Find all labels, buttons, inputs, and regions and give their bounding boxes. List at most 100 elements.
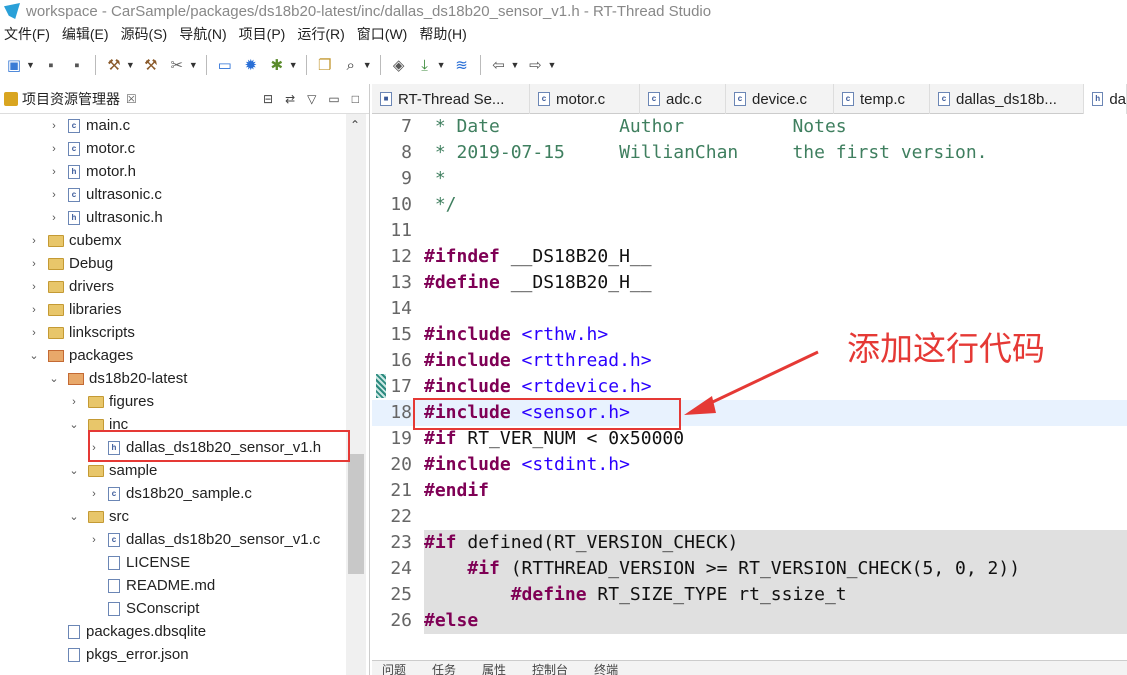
- open-folder-icon[interactable]: ❐: [315, 55, 335, 75]
- tools-icon[interactable]: ✂: [167, 55, 187, 75]
- code-line[interactable]: 11: [372, 218, 1127, 244]
- chevron-right-icon[interactable]: ›: [48, 212, 60, 224]
- forward-arrow-icon[interactable]: ⇨: [525, 55, 545, 75]
- tab-motor-c[interactable]: c motor.c: [530, 84, 640, 114]
- search-icon[interactable]: ⌕: [341, 55, 361, 75]
- chevron-right-icon[interactable]: ›: [28, 304, 40, 316]
- tree-item[interactable]: ⌄ ds18b20-latest: [48, 367, 187, 390]
- chevron-down-icon[interactable]: ⌄: [28, 349, 40, 362]
- tab-properties[interactable]: 属性: [482, 661, 506, 675]
- tree-item[interactable]: › cubemx: [28, 229, 121, 252]
- tab-terminal[interactable]: 终端: [594, 661, 618, 675]
- chevron-right-icon[interactable]: ›: [88, 488, 100, 500]
- scroll-up-icon[interactable]: ⌃: [350, 118, 360, 132]
- tree-item[interactable]: LICENSE: [88, 551, 190, 574]
- tree-item[interactable]: › h motor.h: [48, 160, 136, 183]
- code-line[interactable]: 12 #ifndef __DS18B20_H__: [372, 244, 1127, 270]
- chevron-right-icon[interactable]: ›: [68, 396, 80, 408]
- debug-bug-icon[interactable]: ✱: [267, 55, 287, 75]
- menu-run[interactable]: 运行(R): [293, 24, 352, 44]
- chevron-right-icon[interactable]: ›: [48, 120, 60, 132]
- tools-dropdown-icon[interactable]: ▼: [189, 60, 198, 70]
- code-line[interactable]: 8 * 2019-07-15 WillianChan the first ver…: [372, 140, 1127, 166]
- code-line[interactable]: 22: [372, 504, 1127, 530]
- tree-item[interactable]: › c ultrasonic.c: [48, 183, 162, 206]
- close-icon[interactable]: ☒: [126, 92, 137, 106]
- tree-item[interactable]: ⌄ sample: [68, 459, 157, 482]
- chevron-right-icon[interactable]: ›: [48, 166, 60, 178]
- maximize-icon[interactable]: □: [352, 92, 359, 106]
- chevron-right-icon[interactable]: ›: [28, 258, 40, 270]
- code-line[interactable]: 21 #endif: [372, 478, 1127, 504]
- settings-gear-icon[interactable]: ✹: [241, 55, 261, 75]
- layers-icon[interactable]: ≋: [452, 55, 472, 75]
- code-line[interactable]: 26 #else: [372, 608, 1127, 634]
- menu-source[interactable]: 源码(S): [117, 24, 176, 44]
- tree-item[interactable]: packages.dbsqlite: [48, 620, 206, 643]
- chevron-down-icon[interactable]: ⌄: [48, 372, 60, 385]
- download-dropdown-icon[interactable]: ▼: [437, 60, 446, 70]
- tab-dallas-ds18b20-h[interactable]: h da: [1084, 84, 1127, 114]
- tab-problems[interactable]: 问题: [382, 661, 406, 675]
- chevron-right-icon[interactable]: ›: [48, 143, 60, 155]
- explorer-scrollbar[interactable]: ⌃: [346, 114, 366, 675]
- link-editor-icon[interactable]: ⇄: [285, 92, 295, 106]
- menu-file[interactable]: 文件(F): [0, 24, 58, 44]
- code-line[interactable]: 13 #define __DS18B20_H__: [372, 270, 1127, 296]
- code-line[interactable]: 23 #if defined(RT_VERSION_CHECK): [372, 530, 1127, 556]
- monitor-icon[interactable]: ▭: [215, 55, 235, 75]
- save-icon[interactable]: ▪: [41, 55, 61, 75]
- tree-item[interactable]: › c main.c: [48, 114, 130, 137]
- tree-item[interactable]: SConscript: [88, 597, 199, 620]
- chevron-right-icon[interactable]: ›: [28, 327, 40, 339]
- tree-item[interactable]: ⌄ src: [68, 505, 129, 528]
- tree-item[interactable]: › linkscripts: [28, 321, 135, 344]
- chevron-right-icon[interactable]: ›: [28, 281, 40, 293]
- build-dropdown-icon[interactable]: ▼: [126, 60, 135, 70]
- back-dropdown-icon[interactable]: ▼: [511, 60, 520, 70]
- code-line[interactable]: 17 #include <rtdevice.h>: [372, 374, 1127, 400]
- tree-item[interactable]: › h ultrasonic.h: [48, 206, 163, 229]
- back-arrow-icon[interactable]: ⇦: [489, 55, 509, 75]
- view-menu-icon[interactable]: ▽: [307, 92, 316, 106]
- chevron-right-icon[interactable]: ›: [88, 534, 100, 546]
- tab-device-c[interactable]: c device.c: [726, 84, 834, 114]
- chevron-right-icon[interactable]: ›: [28, 235, 40, 247]
- debug-dropdown-icon[interactable]: ▼: [289, 60, 298, 70]
- tab-rt-thread-settings[interactable]: ■ RT-Thread Se...: [372, 84, 530, 114]
- menu-edit[interactable]: 编辑(E): [58, 24, 117, 44]
- code-editor[interactable]: 7 * Date Author Notes 8 * 2019-07-15 Will…: [372, 114, 1127, 634]
- code-line[interactable]: 25 #define RT_SIZE_TYPE rt_ssize_t: [372, 582, 1127, 608]
- tag-icon[interactable]: ◈: [389, 55, 409, 75]
- download-icon[interactable]: ⤓: [415, 55, 435, 75]
- tree-item[interactable]: ⌄ packages: [28, 344, 133, 367]
- tree-item[interactable]: › libraries: [28, 298, 121, 321]
- menu-navigate[interactable]: 导航(N): [175, 24, 234, 44]
- menu-window[interactable]: 窗口(W): [353, 24, 416, 44]
- scrollbar-thumb[interactable]: [348, 454, 364, 574]
- new-icon[interactable]: ▣: [4, 55, 24, 75]
- code-line[interactable]: 14: [372, 296, 1127, 322]
- code-line[interactable]: 9 *: [372, 166, 1127, 192]
- tree-item[interactable]: README.md: [88, 574, 215, 597]
- minimize-icon[interactable]: ▭: [328, 92, 339, 106]
- search-dropdown-icon[interactable]: ▼: [363, 60, 372, 70]
- chevron-right-icon[interactable]: ›: [48, 189, 60, 201]
- tab-dallas-ds18b20-c[interactable]: c dallas_ds18b...: [930, 84, 1084, 114]
- tab-temp-c[interactable]: c temp.c: [834, 84, 930, 114]
- chevron-down-icon[interactable]: ⌄: [68, 418, 80, 431]
- code-line[interactable]: 20 #include <stdint.h>: [372, 452, 1127, 478]
- rebuild-icon[interactable]: ⚒: [141, 55, 161, 75]
- tree-item[interactable]: › c dallas_ds18b20_sensor_v1.c: [88, 528, 320, 551]
- tree-item[interactable]: pkgs_error.json: [48, 643, 189, 666]
- tree-item[interactable]: › c motor.c: [48, 137, 135, 160]
- code-line[interactable]: 7 * Date Author Notes: [372, 114, 1127, 140]
- tree-item[interactable]: › drivers: [28, 275, 114, 298]
- chevron-down-icon[interactable]: ⌄: [68, 510, 80, 523]
- code-line[interactable]: 10 */: [372, 192, 1127, 218]
- tree-item[interactable]: › c ds18b20_sample.c: [88, 482, 252, 505]
- menu-project[interactable]: 项目(P): [235, 24, 294, 44]
- code-line[interactable]: 24 #if (RTTHREAD_VERSION >= RT_VERSION_C…: [372, 556, 1127, 582]
- forward-dropdown-icon[interactable]: ▼: [547, 60, 556, 70]
- tab-console[interactable]: 控制台: [532, 661, 568, 675]
